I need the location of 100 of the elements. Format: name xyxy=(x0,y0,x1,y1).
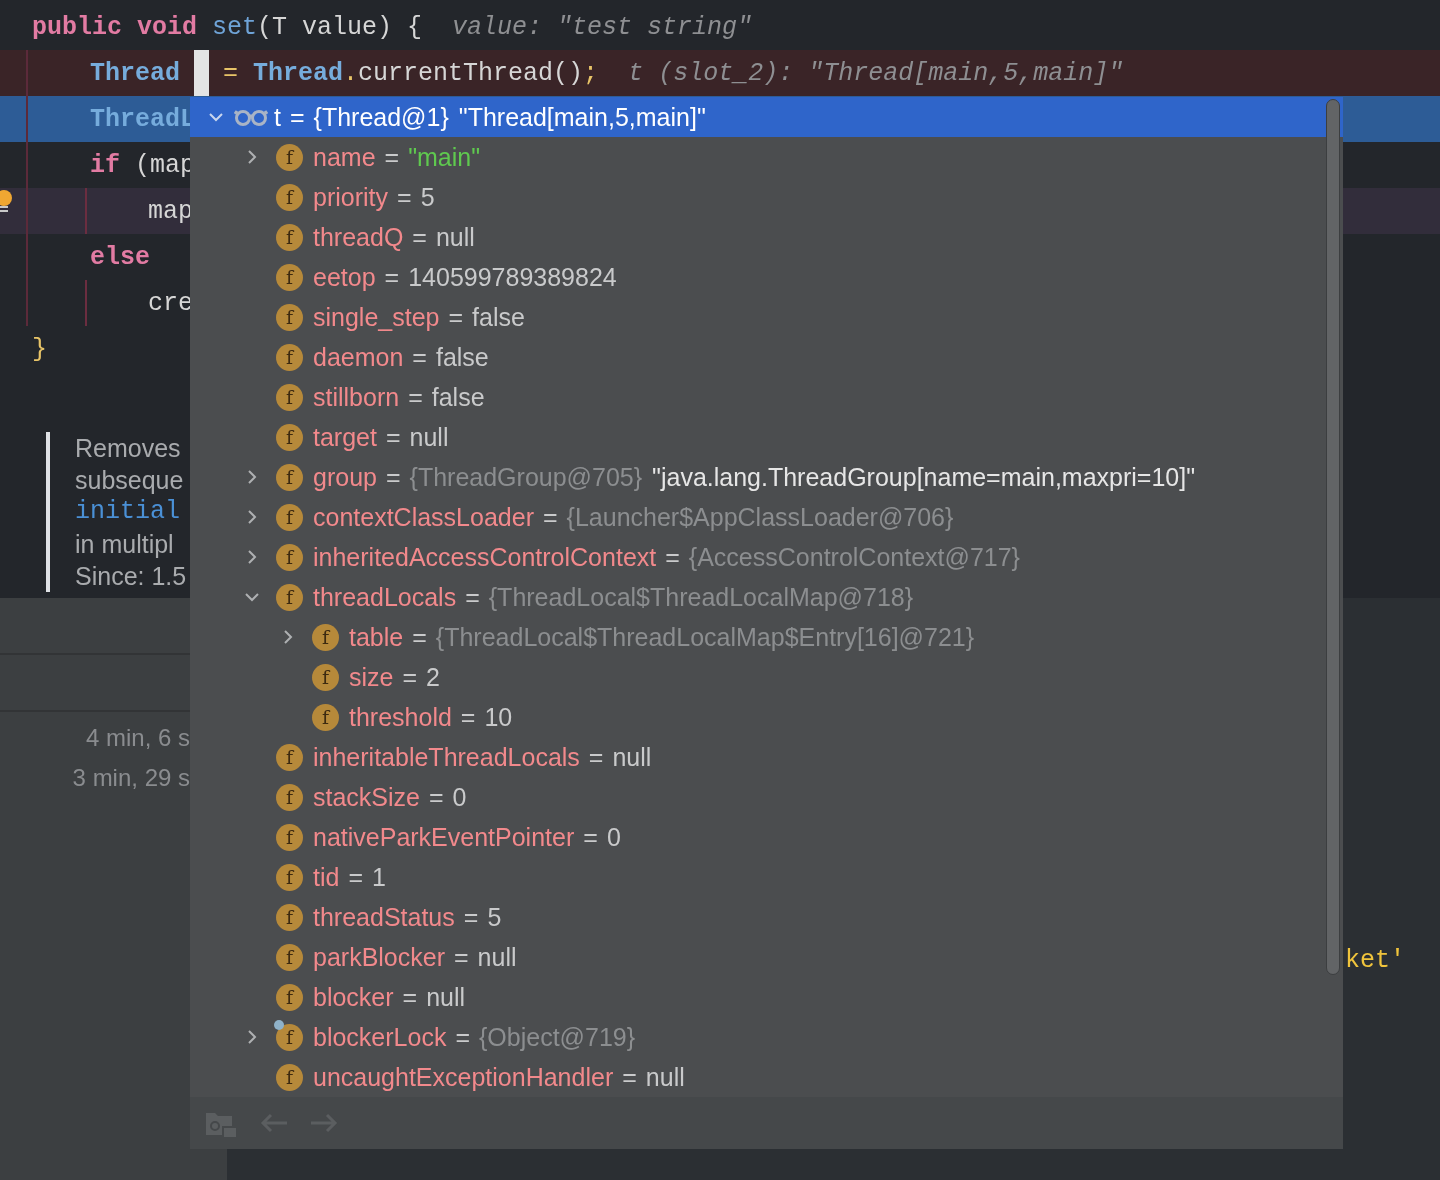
tree-row[interactable]: f threadQ = null xyxy=(190,217,1343,257)
object-reference: {ThreadLocal$ThreadLocalMap$Entry[16]@721} xyxy=(435,622,975,652)
variable-name: stackSize xyxy=(313,782,420,812)
duration-text: 3 min, 29 s xyxy=(72,763,190,793)
tree-row[interactable]: f daemon = false xyxy=(190,337,1343,377)
equals-sign: = xyxy=(454,942,469,972)
field-icon: f xyxy=(276,503,303,531)
chevron-right-icon[interactable] xyxy=(245,510,259,524)
equals-sign: = xyxy=(412,342,427,372)
inline-hint: t (slot_2): "Thread[main,5,main]" xyxy=(628,58,1124,88)
tree-row[interactable]: f size = 2 xyxy=(190,657,1343,697)
doc-code-link[interactable]: initial xyxy=(75,496,181,528)
tree-row[interactable]: t = {Thread@1} "Thread[main,5,main]" xyxy=(190,97,1343,137)
equals-sign: = xyxy=(463,902,479,932)
tree-row[interactable]: f blockerLock = {Object@719} xyxy=(190,1017,1343,1057)
variable-value: null xyxy=(612,742,652,772)
tree-row[interactable]: f tid = 1 xyxy=(190,857,1343,897)
equals-sign: = xyxy=(397,182,412,212)
equals-sign: = xyxy=(412,222,427,252)
tree-row[interactable]: f group = {ThreadGroup@705} "java.lang.ThreadGroup[name=main,maxpri=10]" xyxy=(190,457,1343,497)
equals-sign: = xyxy=(384,262,400,292)
tree-row[interactable]: f eetop = 140599789389824 xyxy=(190,257,1343,297)
scrollbar-thumb[interactable] xyxy=(1326,99,1340,975)
tree-row[interactable]: f priority = 5 xyxy=(190,177,1343,217)
object-reference: {Launcher$AppClassLoader@706} xyxy=(566,502,954,532)
tree-row[interactable]: f table = {ThreadLocal$ThreadLocalMap$Entry[16]@721} xyxy=(190,617,1343,657)
tree-row[interactable]: f uncaughtExceptionHandler = null xyxy=(190,1057,1343,1097)
variable-value: "java.lang.ThreadGroup[name=main,maxpri=10]" xyxy=(652,462,1196,492)
equals-sign: = xyxy=(348,862,363,892)
equals-sign: = xyxy=(460,702,476,732)
field-icon: f xyxy=(276,743,303,771)
code-text: map xyxy=(148,196,193,226)
code-punct: . xyxy=(343,58,359,88)
field-icon: f xyxy=(276,303,303,331)
tree-row[interactable]: f threadLocals = {ThreadLocal$ThreadLocalMap@718} xyxy=(190,577,1343,617)
tree-row[interactable]: f threadStatus = 5 xyxy=(190,897,1343,937)
variable-name: group xyxy=(313,462,377,492)
tree-row[interactable]: f threshold = 10 xyxy=(190,697,1343,737)
variable-value: "main" xyxy=(408,142,481,172)
equals-sign: = xyxy=(402,982,418,1012)
code-text: cre xyxy=(148,288,193,318)
equals-sign: = xyxy=(429,782,444,812)
variable-value: 10 xyxy=(484,702,513,732)
field-icon: f xyxy=(276,143,303,171)
variable-value: 5 xyxy=(487,902,502,932)
tree-row[interactable]: f contextClassLoader = {Launcher$AppClassLoader@706} xyxy=(190,497,1343,537)
code-punct: = xyxy=(223,58,240,88)
chevron-right-icon[interactable] xyxy=(245,470,259,484)
tree-row[interactable]: f stillborn = false xyxy=(190,377,1343,417)
variable-name: threadQ xyxy=(313,222,404,252)
tree-row[interactable]: f blocker = null xyxy=(190,977,1343,1017)
field-icon: f xyxy=(276,543,303,571)
code-keyword: else xyxy=(90,242,150,272)
chevron-right-icon[interactable] xyxy=(245,550,259,564)
field-icon: f xyxy=(276,583,303,611)
field-icon: f xyxy=(276,1063,303,1091)
object-reference: {Object@719} xyxy=(479,1022,636,1052)
doc-text: Removes xyxy=(75,433,181,464)
tree-row[interactable]: f single_step = false xyxy=(190,297,1343,337)
field-icon: f xyxy=(276,903,303,931)
tree-row[interactable]: f name = "main" xyxy=(190,137,1343,177)
inline-hint: value: "test string" xyxy=(452,12,753,42)
field-icon: f xyxy=(276,343,303,371)
field-icon: f xyxy=(276,943,303,971)
variable-value: null xyxy=(435,222,475,252)
tree-row[interactable]: f parkBlocker = null xyxy=(190,937,1343,977)
doc-text: in multipl xyxy=(75,529,174,560)
variable-value: 140599789389824 xyxy=(408,262,617,292)
variable-name: parkBlocker xyxy=(313,942,445,972)
equals-sign: = xyxy=(455,1022,470,1052)
variable-name: threadLocals xyxy=(313,582,457,612)
variable-name: table xyxy=(349,622,404,652)
variable-value: 2 xyxy=(426,662,440,692)
code-type: Thread xyxy=(90,58,180,88)
chevron-right-icon[interactable] xyxy=(245,1030,259,1044)
equals-sign: = xyxy=(465,582,480,612)
chevron-down-icon[interactable] xyxy=(209,110,223,124)
variable-name: blockerLock xyxy=(313,1022,447,1052)
field-icon: f xyxy=(276,183,303,211)
tree-row[interactable]: f target = null xyxy=(190,417,1343,457)
equals-sign: = xyxy=(622,1062,637,1092)
tree-row[interactable]: f nativeParkEventPointer = 0 xyxy=(190,817,1343,857)
tree-row[interactable]: f inheritedAccessControlContext = {AccessControlContext@717} xyxy=(190,537,1343,577)
variable-value: "Thread[main,5,main]" xyxy=(458,102,706,132)
variable-value: null xyxy=(426,982,466,1012)
chevron-down-icon[interactable] xyxy=(245,590,259,604)
variable-name: t xyxy=(274,102,281,132)
field-icon: f xyxy=(312,703,339,731)
variable-name: daemon xyxy=(313,342,404,372)
tree-row[interactable]: f stackSize = 0 xyxy=(190,777,1343,817)
equals-sign: = xyxy=(542,502,558,532)
tree-row[interactable]: f inheritableThreadLocals = null xyxy=(190,737,1343,777)
code-type: Thread xyxy=(253,58,344,88)
duration-text: 4 min, 6 s xyxy=(85,723,190,753)
field-icon: f xyxy=(276,383,303,411)
field-icon: f xyxy=(276,783,303,811)
variable-name: single_step xyxy=(313,302,440,332)
chevron-right-icon[interactable] xyxy=(281,630,295,644)
field-icon: f xyxy=(276,263,303,291)
chevron-right-icon[interactable] xyxy=(245,150,259,164)
